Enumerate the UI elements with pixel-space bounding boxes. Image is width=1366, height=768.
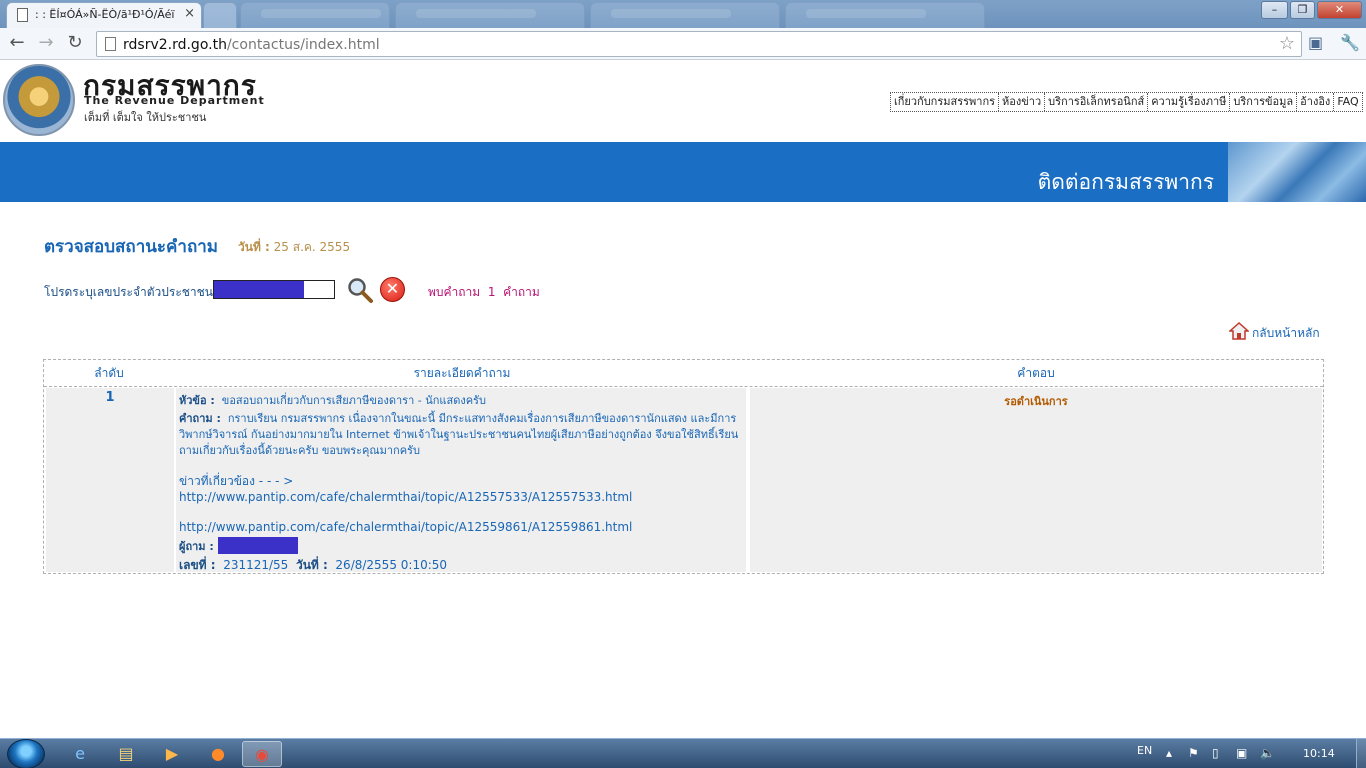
question-detail-cell: หัวข้อ : ขอสอบถามเกี่ยวกับการเสียภาษีของ…: [176, 388, 746, 572]
asker-line: ผู้ถาม :: [179, 537, 743, 555]
reload-icon[interactable]: ↻: [64, 32, 86, 54]
tab-background[interactable]: [590, 2, 780, 28]
top-navigation: เกี่ยวกับกรมสรรพากร ห้องข่าว บริการอิเล็…: [890, 92, 1363, 112]
volume-icon[interactable]: 🔈: [1260, 746, 1275, 760]
wrench-icon[interactable]: 🔧: [1340, 33, 1360, 52]
banner-building-image: [1228, 142, 1366, 202]
browser-toolbar: ← → ↻ rdsrv2.rd.go.th/contactus/index.ht…: [0, 28, 1366, 60]
subject-line: หัวข้อ : ขอสอบถามเกี่ยวกับการเสียภาษีของ…: [179, 394, 486, 407]
related-news-line: ข่าวที่เกี่ยวข้อง - - - > http://www.pan…: [179, 474, 633, 504]
page-icon: [17, 8, 28, 22]
clear-icon[interactable]: ✕: [380, 277, 405, 302]
back-icon[interactable]: ←: [6, 32, 28, 54]
related-link-2[interactable]: http://www.pantip.com/cafe/chalermthai/t…: [179, 519, 743, 535]
redaction-mask: [217, 537, 298, 554]
tab-background[interactable]: [785, 2, 985, 28]
citizen-id-label: โปรดระบุเลขประจำตัวประชาชน: [44, 285, 214, 299]
search-icon[interactable]: [346, 276, 374, 304]
maximize-button[interactable]: ❐: [1290, 1, 1315, 19]
language-indicator[interactable]: EN: [1137, 744, 1152, 757]
result-count: พบคำถาม 1 คำถาม: [428, 285, 540, 299]
brand-slogan: เต็มที่ เต็มใจ ให้ประชาชน: [84, 111, 207, 124]
new-tab-button[interactable]: [203, 2, 237, 28]
device-icon[interactable]: ▯: [1212, 746, 1219, 760]
file-explorer-icon[interactable]: ▤: [106, 741, 146, 767]
page-banner: ติดต่อกรมสรรพากร: [0, 142, 1366, 202]
header-divider: [44, 386, 1323, 387]
back-home-link[interactable]: กลับหน้าหลัก: [1229, 322, 1320, 343]
tab-active[interactable]: : : ËÍ¤ÓÁ»Ñ-ËÒ/ã¹Ð¹Ó/Ãéï ×: [6, 2, 202, 28]
nav-item-about[interactable]: เกี่ยวกับกรมสรรพากร: [891, 93, 1000, 111]
banner-title: ติดต่อกรมสรรพากร: [1037, 170, 1214, 194]
browser-tab-strip: : : ËÍ¤ÓÁ»Ñ-ËÒ/ã¹Ð¹Ó/Ãéï × – ❐ ✕: [0, 0, 1366, 28]
network-icon[interactable]: ▣: [1236, 746, 1247, 760]
page-title: ตรวจสอบสถานะคำถาม: [44, 237, 218, 257]
column-header-detail: รายละเอียดคำถาม: [413, 366, 511, 380]
firefox-icon[interactable]: ●: [198, 741, 238, 767]
minimize-button[interactable]: –: [1261, 1, 1288, 19]
bookmark-star-icon[interactable]: ☆: [1279, 33, 1295, 54]
nav-item-reference[interactable]: อ้างอิง: [1297, 93, 1335, 111]
nav-item-faq[interactable]: FAQ: [1334, 93, 1361, 111]
nav-item-tax-knowledge[interactable]: ความรู้เรื่องภาษี: [1148, 93, 1231, 111]
column-header-number: ลำดับ: [94, 366, 124, 380]
chrome-icon[interactable]: ◉: [242, 741, 282, 767]
tab-background[interactable]: [395, 2, 585, 28]
column-header-answer: คำตอบ: [1017, 366, 1055, 380]
brand-name-english: The Revenue Department: [84, 94, 265, 107]
internet-explorer-icon[interactable]: e: [60, 741, 100, 767]
tab-background[interactable]: [240, 2, 390, 28]
question-text: คำถาม : กราบเรียน กรมสรรพากร เนื่องจากใน…: [179, 412, 739, 457]
site-header: กรมสรรพากร The Revenue Department เต็มที…: [0, 61, 1366, 142]
forward-icon[interactable]: →: [35, 32, 57, 54]
nav-item-news[interactable]: ห้องข่าว: [999, 93, 1046, 111]
close-window-button[interactable]: ✕: [1317, 1, 1362, 19]
action-center-flag-icon[interactable]: ⚑: [1188, 746, 1199, 760]
clock[interactable]: 10:14: [1303, 747, 1335, 760]
answer-status: รอดำเนินการ: [750, 388, 1322, 572]
tab-title: : : ËÍ¤ÓÁ»Ñ-ËÒ/ã¹Ð¹Ó/Ãéï: [35, 8, 175, 21]
page-icon: [105, 37, 116, 51]
revenue-department-logo[interactable]: [3, 64, 75, 136]
reference-line: เลขที่ : 231121/55 วันที่ : 26/8/2555 0:…: [179, 558, 448, 572]
show-desktop-button[interactable]: [1356, 739, 1366, 768]
home-icon: [1229, 322, 1249, 340]
row-number: 1: [46, 388, 174, 572]
nav-item-e-services[interactable]: บริการอิเล็กทรอนิกส์: [1045, 93, 1149, 111]
url-text: rdsrv2.rd.go.th/contactus/index.html: [123, 37, 380, 53]
start-button[interactable]: [7, 739, 45, 768]
questions-table: ลำดับ รายละเอียดคำถาม คำตอบ 1 หัวข้อ : ข…: [43, 359, 1324, 574]
current-date: วันที่ : 25 ส.ค. 2555: [238, 240, 351, 254]
nav-item-information[interactable]: บริการข้อมูล: [1230, 93, 1298, 111]
show-hidden-icons[interactable]: ▴: [1166, 746, 1172, 760]
related-link-1[interactable]: http://www.pantip.com/cafe/chalermthai/t…: [179, 490, 632, 504]
extension-icon[interactable]: ▣: [1308, 33, 1323, 52]
address-bar[interactable]: rdsrv2.rd.go.th/contactus/index.html ☆: [96, 31, 1302, 57]
windows-taskbar: e ▤ ▶ ● ◉ EN ▴ ⚑ ▯ ▣ 🔈 10:14: [0, 738, 1366, 768]
redaction-mask: [214, 281, 304, 298]
media-player-icon[interactable]: ▶: [152, 741, 192, 767]
close-tab-icon[interactable]: ×: [184, 6, 195, 21]
